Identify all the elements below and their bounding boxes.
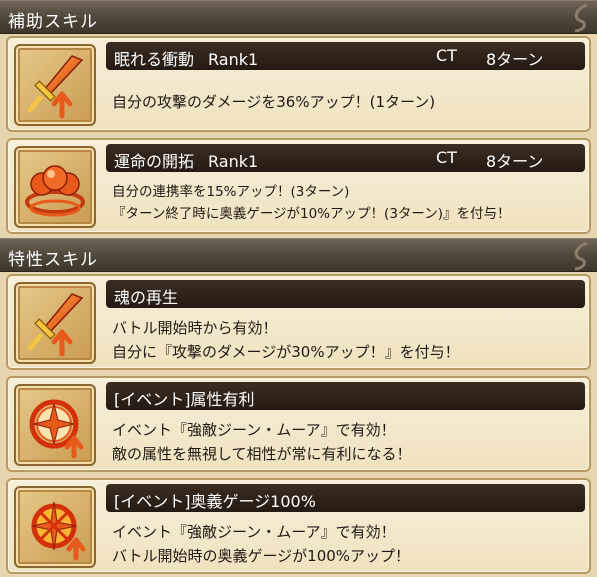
skill-description: バトル開始時から有効！ bbox=[112, 319, 278, 337]
chain-balls-icon bbox=[25, 165, 85, 217]
skill-icon-frame bbox=[14, 384, 96, 466]
section-title: 特性スキル bbox=[8, 250, 98, 270]
element-star-icon bbox=[29, 399, 84, 459]
skill-card[interactable]: 運命の開拓 Rank1 CT 8ターン 自分の連携率を15%アップ！(3ターン) … bbox=[6, 138, 591, 234]
skill-card[interactable]: 魂の再生 バトル開始時から有効！ 自分に『攻撃のダメージが30%アップ！』を付与… bbox=[6, 274, 591, 370]
skill-description: 自分の攻撃のダメージを36%アップ！(1ターン) bbox=[112, 93, 436, 111]
sword-up-icon bbox=[27, 293, 84, 357]
section-header-support: 補助スキル bbox=[0, 0, 597, 34]
skill-name: [イベント]属性有利 bbox=[114, 390, 255, 409]
skill-icon-frame bbox=[14, 486, 96, 568]
skill-name: 眠れる衝動 bbox=[114, 50, 195, 69]
skill-name: [イベント]奥義ゲージ100% bbox=[114, 492, 316, 511]
skill-description: 敵の属性を無視して相性が常に有利になる！ bbox=[112, 445, 412, 463]
skill-name-bar: 運命の開拓 Rank1 CT 8ターン bbox=[106, 144, 585, 172]
skill-description: イベント『強敵ジーン・ムーア』で有効！ bbox=[112, 523, 396, 541]
scroll-curl-icon bbox=[574, 241, 588, 271]
skill-description: 自分の連携率を15%アップ！(3ターン) bbox=[112, 184, 350, 200]
ct-value: 8ターン bbox=[486, 50, 544, 69]
skill-name-bar: 眠れる衝動 Rank1 CT 8ターン bbox=[106, 42, 585, 70]
sword-up-icon bbox=[27, 55, 84, 119]
skill-icon-frame bbox=[14, 44, 96, 126]
skill-icon-frame bbox=[14, 282, 96, 364]
scroll-curl-icon bbox=[574, 3, 588, 33]
skill-card[interactable]: [イベント]属性有利 イベント『強敵ジーン・ムーア』で有効！ 敵の属性を無視して… bbox=[6, 376, 591, 472]
ct-value: 8ターン bbox=[486, 152, 544, 171]
skill-rank: Rank1 bbox=[208, 152, 259, 171]
skill-description: イベント『強敵ジーン・ムーア』で有効！ bbox=[112, 421, 396, 439]
ct-label: CT bbox=[436, 148, 457, 167]
skill-rank: Rank1 bbox=[208, 50, 259, 69]
skill-name: 魂の再生 bbox=[114, 288, 179, 307]
skill-card[interactable]: [イベント]奥義ゲージ100% イベント『強敵ジーン・ムーア』で有効！ バトル開… bbox=[6, 478, 591, 574]
skill-name: 運命の開拓 bbox=[114, 152, 195, 171]
skill-card[interactable]: 眠れる衝動 Rank1 CT 8ターン 自分の攻撃のダメージを36%アップ！(1タ… bbox=[6, 36, 591, 132]
skill-description: 自分に『攻撃のダメージが30%アップ！』を付与！ bbox=[112, 343, 460, 361]
section-title: 補助スキル bbox=[8, 12, 98, 32]
skill-name-bar: [イベント]奥義ゲージ100% bbox=[106, 484, 585, 512]
skill-icon-frame bbox=[14, 146, 96, 228]
skill-description: 『ターン終了時に奥義ゲージが10%アップ！(3ターン)』を付与！ bbox=[112, 206, 511, 222]
skill-name-bar: 魂の再生 bbox=[106, 280, 585, 308]
skill-name-bar: [イベント]属性有利 bbox=[106, 382, 585, 410]
ct-label: CT bbox=[436, 46, 457, 65]
section-header-trait: 特性スキル bbox=[0, 238, 597, 272]
burst-gauge-icon bbox=[31, 501, 86, 561]
skill-description: バトル開始時の奥義ゲージが100%アップ！ bbox=[112, 547, 411, 565]
skill-list-panel: 補助スキル 眠れる衝動 Rank1 CT 8ターン 自分の攻撃のダメージを36%… bbox=[0, 0, 597, 577]
